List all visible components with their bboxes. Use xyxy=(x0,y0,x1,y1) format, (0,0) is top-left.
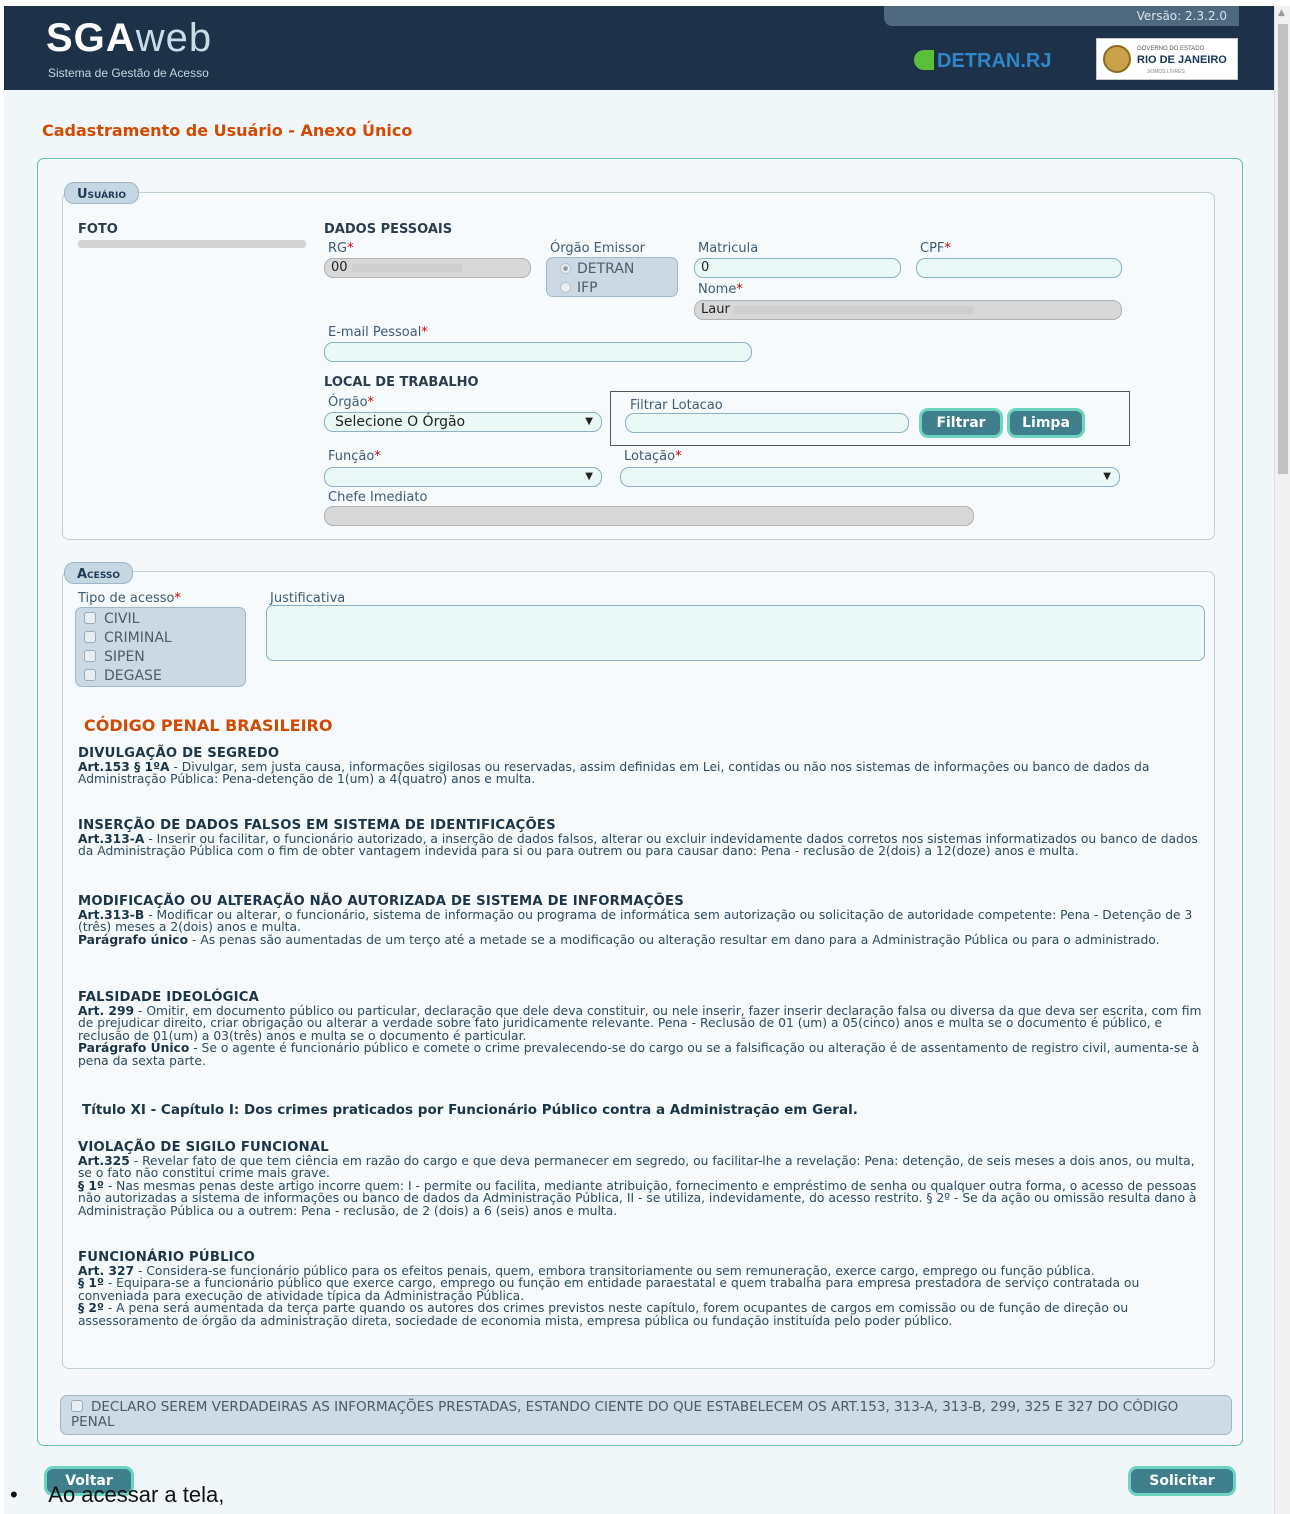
logo-sga-text: SGA xyxy=(46,16,136,60)
detran-logo: DETRAN.RJ xyxy=(914,50,1051,73)
checkbox-icon[interactable] xyxy=(71,1400,83,1412)
matricula-label: Matricula xyxy=(698,241,759,256)
law-insercao: INSERÇÃO DE DADOS FALSOS EM SISTEMA DE I… xyxy=(78,819,1208,858)
chevron-down-icon: ▼ xyxy=(585,471,593,482)
law-paragraph-label: Parágrafo único xyxy=(78,932,189,947)
orgao-label: Órgão* xyxy=(328,395,375,410)
law-paragraph-text: - Equipara-se a funcionário público que … xyxy=(78,1276,1140,1303)
checkbox-criminal[interactable]: CRIMINAL xyxy=(84,630,172,646)
radio-detran-icon xyxy=(560,263,571,274)
justificativa-label: Justificativa xyxy=(270,591,346,606)
law-text: - Modificar ou alterar, o funcionário, s… xyxy=(78,907,1193,934)
email-input[interactable] xyxy=(324,342,752,362)
justificativa-textarea[interactable] xyxy=(266,605,1205,661)
foto-label: FOTO xyxy=(78,222,118,237)
rg-label: RG* xyxy=(328,241,354,256)
detran-logo-icon xyxy=(914,50,934,70)
detran-logo-text: DETRAN.RJ xyxy=(937,50,1052,72)
lotacao-label: Lotação* xyxy=(624,449,682,464)
funcao-select[interactable]: ▼ xyxy=(324,467,602,487)
page-title: Cadastramento de Usuário - Anexo Único xyxy=(42,121,413,140)
chevron-down-icon: ▼ xyxy=(1103,471,1111,482)
law-paragraph-text: - As penas são aumentadas de um terço at… xyxy=(188,932,1160,947)
law-text: - Divulgar, sem justa causa, informações… xyxy=(78,759,1150,786)
checkbox-degase[interactable]: DEGASE xyxy=(84,668,162,684)
checkbox-icon xyxy=(84,631,96,643)
radio-ifp-icon xyxy=(560,282,571,293)
lotacao-select[interactable]: ▼ xyxy=(620,467,1120,487)
solicitar-button[interactable]: Solicitar xyxy=(1128,1466,1236,1496)
dados-pessoais-heading: DADOS PESSOAIS xyxy=(324,222,453,237)
usuario-legend: Usuário xyxy=(64,182,139,204)
declaro-checkbox-row[interactable]: DECLARO SEREM VERDADEIRAS AS INFORMAÇÕES… xyxy=(60,1395,1232,1435)
chevron-down-icon: ▼ xyxy=(585,416,593,427)
nome-input[interactable]: Laur xyxy=(694,300,1122,320)
local-trabalho-heading: LOCAL DE TRABALHO xyxy=(324,375,479,390)
acesso-legend: Acesso xyxy=(64,562,134,584)
vertical-scrollbar[interactable]: ▲ xyxy=(1274,6,1290,1514)
radio-ifp[interactable]: IFP xyxy=(560,280,598,296)
scroll-thumb[interactable] xyxy=(1278,24,1288,474)
checkbox-sipen[interactable]: SIPEN xyxy=(84,649,145,665)
gov-logo-tiny-text: SOMOS LIVRES xyxy=(1147,69,1185,75)
coat-of-arms-icon xyxy=(1103,45,1131,73)
law-paragraph-text: - A pena será aumentada da terça parte q… xyxy=(78,1301,1129,1328)
law-paragraph-text: - Se o agente é funcionário público e co… xyxy=(78,1041,1200,1068)
orgao-emissor-label: Órgão Emissor xyxy=(550,241,645,256)
law-text: - Inserir ou facilitar, o funcionário au… xyxy=(78,831,1198,858)
bullet-icon: • xyxy=(10,1482,18,1507)
law-paragraph-text: - Nas mesmas penas deste artigo incorre … xyxy=(78,1178,1197,1218)
photo-placeholder xyxy=(78,240,306,248)
filtrar-lotacao-label: Filtrar Lotacao xyxy=(630,398,723,413)
filtrar-lotacao-input[interactable] xyxy=(625,413,909,433)
checkbox-icon xyxy=(84,669,96,681)
checkbox-civil[interactable]: CIVIL xyxy=(84,611,139,627)
tipo-acesso-label: Tipo de acesso* xyxy=(78,591,181,606)
app-header: SGAweb Sistema de Gestão de Acesso Versã… xyxy=(4,6,1274,90)
radio-detran[interactable]: DETRAN xyxy=(560,261,634,277)
matricula-input[interactable]: 0 xyxy=(694,258,901,278)
bullet-caption: • Ao acessar a tela, xyxy=(10,1482,224,1508)
cpf-input[interactable] xyxy=(916,258,1122,278)
gov-logo-big-text: RIO DE JANEIRO xyxy=(1137,54,1227,66)
email-label: E-mail Pessoal* xyxy=(328,325,428,340)
declaro-text: DECLARO SEREM VERDADEIRAS AS INFORMAÇÕES… xyxy=(71,1399,1179,1430)
funcao-label: Função* xyxy=(328,449,381,464)
law-text: - Revelar fato de que tem ciência em raz… xyxy=(78,1153,1195,1180)
limpa-button[interactable]: Limpa xyxy=(1007,408,1085,438)
law-falsidade: FALSIDADE IDEOLÓGICA Art. 299 - Omitir, … xyxy=(78,991,1208,1068)
law-violacao: VIOLAÇÃO DE SIGILO FUNCIONAL Art.325 - R… xyxy=(78,1141,1208,1218)
cpf-label: CPF* xyxy=(920,241,951,256)
filtrar-button[interactable]: Filtrar xyxy=(919,408,1003,438)
orgao-select[interactable]: Selecione O Órgão ▼ xyxy=(324,412,602,432)
governo-rj-logo: GOVERNO DO ESTADO RIO DE JANEIRO SOMOS L… xyxy=(1096,38,1238,80)
law-divulgacao: DIVULGAÇÃO DE SEGREDO Art.153 § 1ºA - Di… xyxy=(78,747,1208,786)
codigo-penal-title: CÓDIGO PENAL BRASILEIRO xyxy=(84,716,333,735)
chefe-imediato-input xyxy=(324,506,974,526)
page: SGAweb Sistema de Gestão de Acesso Versã… xyxy=(4,6,1274,1514)
chefe-imediato-label: Chefe Imediato xyxy=(328,490,428,505)
law-text: - Omitir, em documento público ou partic… xyxy=(78,1003,1202,1043)
gov-logo-small-text: GOVERNO DO ESTADO xyxy=(1137,46,1205,52)
titulo-xi-heading: Título XI - Capítulo I: Dos crimes prati… xyxy=(82,1102,858,1118)
law-modificacao: MODIFICAÇÃO OU ALTERAÇÃO NÃO AUTORIZADA … xyxy=(78,895,1208,947)
logo-web-text: web xyxy=(135,16,213,60)
checkbox-icon xyxy=(84,612,96,624)
rg-input[interactable]: 00 xyxy=(324,258,531,278)
bullet-text: Ao acessar a tela, xyxy=(48,1482,225,1507)
law-funcionario: FUNCIONÁRIO PÚBLICO Art. 327 - Considera… xyxy=(78,1251,1208,1328)
version-label: Versão: 2.3.2.0 xyxy=(884,6,1239,26)
logo-subtitle: Sistema de Gestão de Acesso xyxy=(48,66,209,80)
nome-label: Nome* xyxy=(698,282,743,297)
sgaweb-logo: SGAweb xyxy=(46,18,212,58)
checkbox-icon xyxy=(84,650,96,662)
scroll-up-arrow-icon[interactable]: ▲ xyxy=(1278,8,1285,18)
